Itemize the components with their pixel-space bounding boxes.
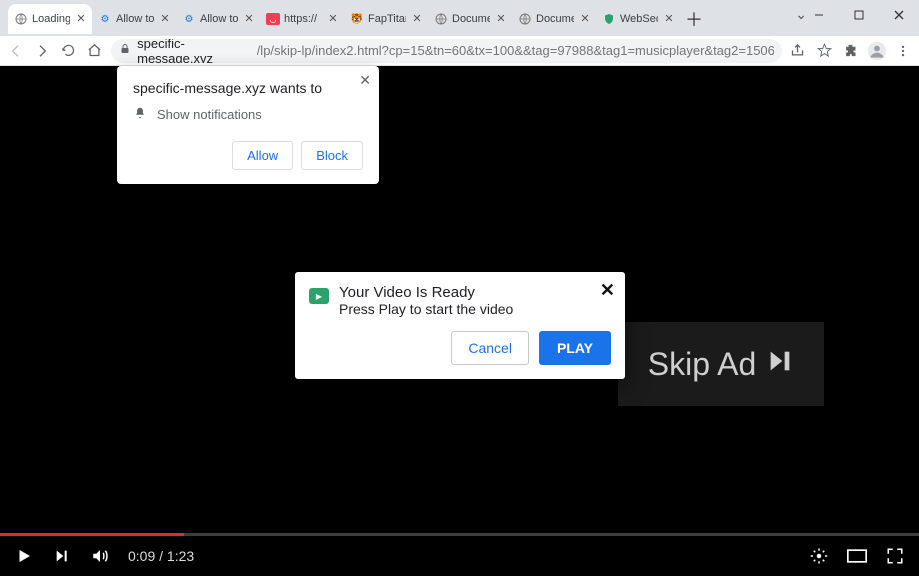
next-track-icon[interactable] <box>52 546 72 566</box>
lock-icon <box>119 43 131 58</box>
tab-close-icon[interactable]: ✕ <box>242 12 256 26</box>
tab-label: Allow to <box>200 13 238 25</box>
time-duration: 1:23 <box>167 548 194 564</box>
browser-tab[interactable]: Docume ✕ <box>428 4 512 34</box>
browser-tab[interactable]: ◡ https:// ✕ <box>260 4 344 34</box>
globe-icon <box>518 12 532 26</box>
play-icon[interactable] <box>14 546 34 566</box>
tab-label: Docume <box>536 13 574 25</box>
gear-icon: ⚙ <box>182 12 196 26</box>
tab-close-icon[interactable]: ✕ <box>74 12 88 26</box>
minimize-button[interactable] <box>799 0 839 30</box>
browser-tab[interactable]: ⚙ Allow to ✕ <box>176 4 260 34</box>
window-controls <box>799 0 919 30</box>
skip-ad-label: Skip Ad <box>648 346 757 383</box>
window-titlebar: Loading ✕ ⚙ Allow to ✕ ⚙ Allow to ✕ ◡ ht… <box>0 0 919 36</box>
tab-close-icon[interactable]: ✕ <box>326 12 340 26</box>
tab-label: WebSec <box>620 13 658 25</box>
shield-icon <box>602 12 616 26</box>
fullscreen-icon[interactable] <box>885 546 905 566</box>
cancel-button[interactable]: Cancel <box>451 331 529 365</box>
url-path: /lp/skip-lp/index2.html?cp=15&tn=60&tx=1… <box>257 43 774 58</box>
settings-gear-icon[interactable] <box>809 546 829 566</box>
globe-icon <box>14 12 28 26</box>
video-ready-dialog: ✕ ▶ Your Video Is Ready Press Play to st… <box>295 272 625 379</box>
tab-strip: Loading ✕ ⚙ Allow to ✕ ⚙ Allow to ✕ ◡ ht… <box>0 2 708 36</box>
gear-icon: ⚙ <box>98 12 112 26</box>
close-window-button[interactable] <box>879 0 919 30</box>
tab-close-icon[interactable]: ✕ <box>158 12 172 26</box>
tab-label: https:// <box>284 13 322 25</box>
volume-icon[interactable] <box>90 546 110 566</box>
play-button[interactable]: PLAY <box>539 331 611 365</box>
bell-icon <box>133 106 147 123</box>
new-tab-button[interactable]: ＋ <box>680 5 708 33</box>
site-favicon: 🐯 <box>350 12 364 26</box>
url-host: specific-message.xyz <box>137 39 251 63</box>
skip-ad-button[interactable]: Skip Ad <box>618 322 824 406</box>
video-play-icon: ▶ <box>309 288 329 304</box>
tab-label: Loading <box>32 13 70 25</box>
skip-next-icon <box>766 346 794 383</box>
profile-avatar[interactable] <box>866 40 886 62</box>
back-button[interactable] <box>6 40 26 62</box>
dialog-close-icon[interactable]: ✕ <box>600 280 615 301</box>
bookmark-star-icon[interactable] <box>814 40 834 62</box>
permission-label: Show notifications <box>157 107 262 122</box>
tab-label: FapTitan <box>368 13 406 25</box>
maximize-button[interactable] <box>839 0 879 30</box>
dialog-title: Your Video Is Ready <box>339 284 513 301</box>
tab-label: Allow to <box>116 13 154 25</box>
dialog-subtitle: Press Play to start the video <box>339 301 513 317</box>
home-button[interactable] <box>85 40 105 62</box>
video-controls: 0:09 / 1:23 <box>0 536 919 576</box>
time-current: 0:09 <box>128 548 155 564</box>
time-separator: / <box>155 548 167 564</box>
address-bar[interactable]: specific-message.xyz/lp/skip-lp/index2.h… <box>111 39 781 63</box>
tab-close-icon[interactable]: ✕ <box>494 12 508 26</box>
video-time-display: 0:09 / 1:23 <box>128 548 194 564</box>
pocket-icon: ◡ <box>266 13 280 25</box>
tab-close-icon[interactable]: ✕ <box>578 12 592 26</box>
tab-close-icon[interactable]: ✕ <box>410 12 424 26</box>
browser-tab[interactable]: WebSec ✕ <box>596 4 680 34</box>
tab-label: Docume <box>452 13 490 25</box>
prompt-origin-text: specific-message.xyz wants to <box>133 80 363 96</box>
tab-close-icon[interactable]: ✕ <box>662 12 676 26</box>
forward-button[interactable] <box>32 40 52 62</box>
reload-button[interactable] <box>59 40 79 62</box>
browser-tab[interactable]: 🐯 FapTitan ✕ <box>344 4 428 34</box>
browser-tab[interactable]: Docume ✕ <box>512 4 596 34</box>
extensions-icon[interactable] <box>840 40 860 62</box>
share-button[interactable] <box>788 40 808 62</box>
browser-tab[interactable]: ⚙ Allow to ✕ <box>92 4 176 34</box>
globe-icon <box>434 12 448 26</box>
browser-tab[interactable]: Loading ✕ <box>8 4 92 34</box>
theater-mode-icon[interactable] <box>847 546 867 566</box>
kebab-menu-icon[interactable] <box>893 40 913 62</box>
allow-button[interactable]: Allow <box>232 141 293 170</box>
block-button[interactable]: Block <box>301 141 363 170</box>
prompt-close-icon[interactable]: ✕ <box>359 72 371 89</box>
notification-permission-prompt: ✕ specific-message.xyz wants to Show not… <box>117 66 379 184</box>
browser-toolbar: specific-message.xyz/lp/skip-lp/index2.h… <box>0 36 919 66</box>
